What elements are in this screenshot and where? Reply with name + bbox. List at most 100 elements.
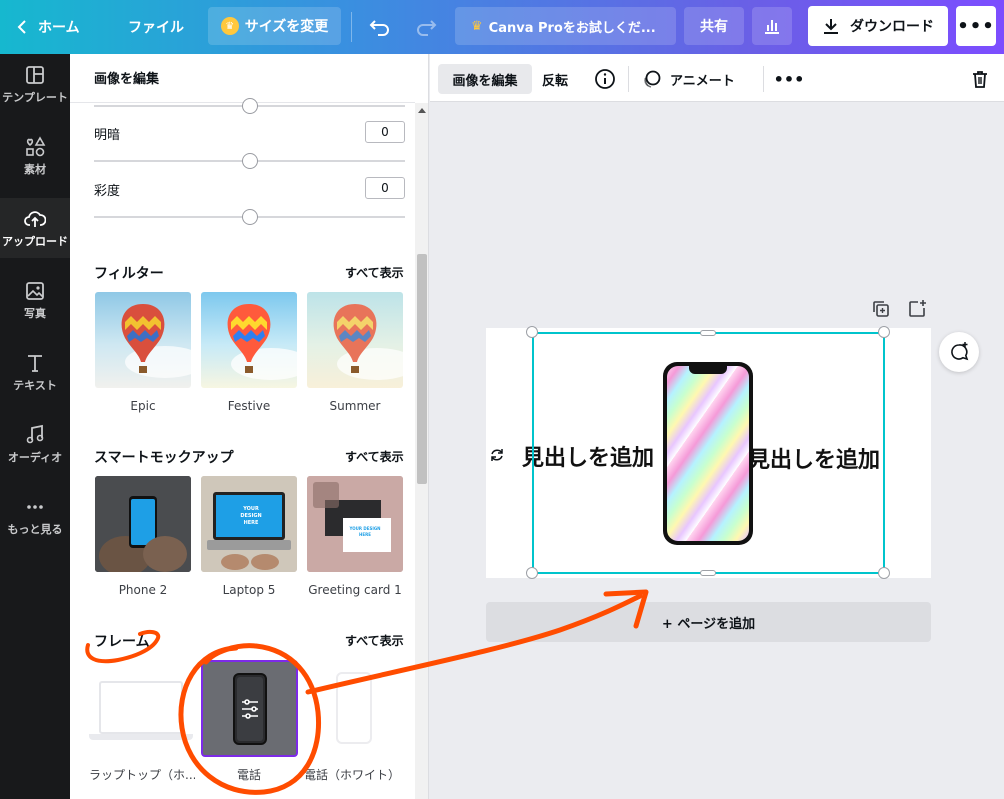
resize-handle-bottom[interactable] [700,570,716,576]
download-icon [824,19,838,34]
resize-handle-bottom-right[interactable] [878,567,890,579]
insights-button[interactable] [752,7,792,45]
share-button[interactable]: 共有 [684,7,744,45]
smart-mockups-title: スマートモックアップ [94,450,234,466]
saturation-value-input[interactable]: 0 [365,177,405,199]
home-button[interactable]: ホーム [16,14,80,40]
phone-frame-image [233,673,267,745]
rotate-handle[interactable] [486,444,508,466]
balloon-image [95,292,191,388]
contrast-slider[interactable] [94,98,405,114]
slider-knob[interactable] [242,98,258,114]
balloon-image [307,292,403,388]
info-button[interactable] [592,66,618,92]
mockup-phone-thumb[interactable] [95,476,191,572]
mockups-see-all-link[interactable]: すべて表示 [345,448,404,465]
slider-knob[interactable] [242,209,258,225]
toolbar-divider [763,66,764,92]
filter-festive-thumb[interactable] [201,292,297,388]
add-page-icon [909,300,926,317]
more-options-button[interactable]: ••• [956,6,996,46]
resize-label: サイズを変更 [244,19,329,35]
scrollbar-thumb[interactable] [417,254,427,484]
mockup-caption: Laptop 5 [222,583,276,597]
resize-handle-top-left[interactable] [526,326,538,338]
filter-summer-thumb[interactable] [307,292,403,388]
rail-label: もっと見る [7,522,63,536]
brightness-slider[interactable] [94,153,405,169]
frame-phone-white-thumb[interactable] [336,672,372,744]
animate-label: アニメート [670,73,735,89]
frame-phone-thumb[interactable] [201,660,298,757]
resize-handle-bottom-left[interactable] [526,567,538,579]
balloon-image [201,292,297,388]
selection-box[interactable] [532,332,885,574]
add-page-button[interactable]: + ページを追加 [486,602,931,642]
phone-mockup-image [95,476,191,572]
elements-icon [26,135,46,156]
rotate-icon [491,449,503,461]
top-bar: ホーム ファイル ♛ サイズを変更 ♛ Canva Proをお試しくだ... 共… [0,0,1004,54]
slider-knob[interactable] [242,153,258,169]
template-icon [26,65,44,84]
scroll-up-arrow-icon[interactable] [418,108,426,113]
filter-caption: Festive [227,399,271,413]
duplicate-icon [873,301,889,317]
download-button[interactable]: ダウンロード [808,6,948,46]
rail-item-templates[interactable]: テンプレート [0,54,70,114]
rail-label: アップロード [2,234,68,248]
more-actions-button[interactable]: ••• [774,64,805,94]
resize-handle-top[interactable] [700,330,716,336]
add-page-icon-button[interactable] [906,298,928,320]
brightness-value-input[interactable]: 0 [365,121,405,143]
redo-button[interactable] [412,12,440,42]
photo-icon [26,281,44,300]
toolbar-divider [351,12,352,42]
saturation-slider[interactable] [94,209,405,225]
add-comment-button[interactable] [939,332,979,372]
laptop-base-shape [89,734,193,740]
more-icon [27,504,43,509]
try-canva-pro-button[interactable]: ♛ Canva Proをお試しくだ... [455,7,676,45]
edit-image-button[interactable]: 画像を編集 [438,64,532,94]
upload-icon [24,210,46,227]
frames-title: フレーム [94,634,150,650]
resize-handle-top-right[interactable] [878,326,890,338]
mockup-screen-text: YOUR DESIGN HERE [349,526,381,537]
left-rail: テンプレート 素材 アップロード 写真 テキスト オーディオ もっと見る [0,54,70,799]
crown-icon: ♛ [220,17,239,35]
filter-caption: Epic [130,399,156,413]
rail-item-audio[interactable]: オーディオ [0,414,70,474]
filters-see-all-link[interactable]: すべて表示 [345,264,404,281]
mockup-screen-text: YOUR DESIGN HERE [240,506,262,526]
undo-button[interactable] [366,12,394,42]
download-label: ダウンロード [850,19,934,35]
rail-item-uploads[interactable]: アップロード [0,198,70,258]
frame-laptop-thumb[interactable] [99,681,183,734]
undo-icon [369,20,389,36]
rail-item-more[interactable]: もっと見る [0,486,70,546]
animate-icon [644,70,661,88]
resize-button[interactable]: ♛ サイズを変更 [208,7,341,45]
bar-chart-icon [765,20,779,34]
mockup-greeting-card-thumb[interactable]: YOUR DESIGN HERE [307,476,403,572]
frame-caption: 電話（ホワイト） [303,768,400,782]
delete-button[interactable] [966,65,994,93]
flip-button[interactable]: 反転 [542,64,568,94]
frames-see-all-link[interactable]: すべて表示 [345,632,404,649]
panel-title: 画像を編集 [94,72,160,87]
duplicate-page-button[interactable] [870,298,892,320]
rail-item-elements[interactable]: 素材 [0,126,70,186]
animate-button[interactable]: アニメート [642,64,735,94]
rail-item-photos[interactable]: 写真 [0,270,70,330]
filter-caption: Summer [329,399,381,413]
filter-epic-thumb[interactable] [95,292,191,388]
rail-label: オーディオ [7,450,63,464]
audio-icon [26,424,44,443]
rail-label: テンプレート [2,90,68,104]
mockup-laptop-thumb[interactable]: YOUR DESIGN HERE [201,476,297,572]
rail-label: テキスト [13,378,57,392]
rail-item-text[interactable]: テキスト [0,342,70,402]
trash-icon [973,71,987,88]
file-menu-button[interactable]: ファイル [128,14,184,40]
